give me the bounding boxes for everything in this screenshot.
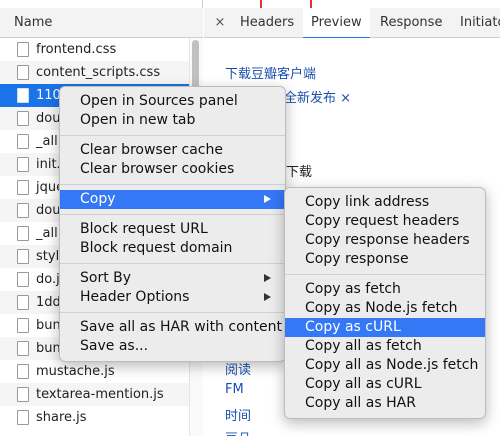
request-name: frontend.css (36, 42, 117, 57)
menu-copy[interactable]: Copy (60, 190, 285, 209)
request-name: _all. (36, 134, 62, 149)
tab-response[interactable]: Response (372, 8, 450, 38)
request-row[interactable]: mustache.js (0, 360, 189, 383)
menu-separator (60, 263, 285, 264)
tab-headers[interactable]: Headers (232, 8, 302, 38)
timeline-marker (260, 0, 262, 8)
request-row[interactable]: share.js (0, 406, 189, 429)
file-icon (17, 318, 29, 333)
menu-clear-cache[interactable]: Clear browser cache (60, 141, 285, 160)
file-icon (17, 295, 29, 310)
file-icon (17, 134, 29, 149)
file-icon (17, 410, 29, 425)
request-context-menu: Open in Sources panel Open in new tab Cl… (59, 86, 286, 362)
submenu-arrow-icon (264, 293, 271, 301)
request-name: dou (36, 203, 61, 218)
file-icon (17, 341, 29, 356)
file-icon (17, 180, 29, 195)
menu-open-in-new-tab[interactable]: Open in new tab (60, 111, 285, 130)
menu-copy-as-fetch[interactable]: Copy as fetch (285, 280, 485, 299)
request-name: mustache.js (36, 364, 115, 379)
tab-initiator[interactable]: Initiato (452, 8, 500, 38)
file-icon (17, 364, 29, 379)
request-name: _all. (36, 226, 62, 241)
name-column-header[interactable]: Name (0, 8, 203, 38)
request-name: textarea-mention.js (36, 387, 164, 402)
menu-separator (60, 135, 285, 136)
file-icon (17, 387, 29, 402)
file-icon (17, 111, 29, 126)
submenu-arrow-icon (264, 195, 271, 203)
file-icon (17, 226, 29, 241)
menu-header-options-label: Header Options (80, 289, 190, 305)
preview-link[interactable]: 时间 (225, 405, 251, 424)
request-name: content_scripts.css (36, 65, 161, 80)
request-row[interactable]: textarea-mention.js (0, 383, 189, 406)
menu-copy-label: Copy (80, 191, 116, 207)
menu-block-domain[interactable]: Block request domain (60, 239, 285, 258)
file-icon (17, 157, 29, 172)
file-icon (17, 88, 29, 103)
request-row[interactable]: content_scripts.css (0, 61, 189, 84)
file-icon (17, 65, 29, 80)
menu-copy-all-as-fetch[interactable]: Copy all as fetch (285, 337, 485, 356)
file-icon (17, 249, 29, 264)
preview-text: 下载 (286, 165, 313, 180)
request-name: 110 (36, 88, 61, 103)
request-name: init. (36, 157, 61, 172)
menu-copy-response-headers[interactable]: Copy response headers (285, 231, 485, 250)
file-icon (17, 272, 29, 287)
file-icon (17, 42, 29, 57)
menu-separator (60, 214, 285, 215)
preview-link[interactable]: 全新发布 × (284, 87, 351, 106)
copy-submenu: Copy link address Copy request headers C… (284, 187, 486, 419)
menu-save-as[interactable]: Save as... (60, 337, 285, 356)
menu-save-har[interactable]: Save all as HAR with content (60, 318, 285, 337)
menu-header-options[interactable]: Header Options (60, 288, 285, 307)
preview-link[interactable]: 下载豆瓣客户端 (225, 63, 316, 82)
request-name: bun (36, 341, 61, 356)
menu-sort-by-label: Sort By (80, 270, 132, 286)
menu-separator (60, 184, 285, 185)
menu-copy-all-as-har[interactable]: Copy all as HAR (285, 394, 485, 413)
menu-copy-response[interactable]: Copy response (285, 250, 485, 269)
preview-link[interactable]: 豆品 (225, 428, 251, 436)
request-name: dou (36, 111, 61, 126)
file-icon (17, 203, 29, 218)
menu-copy-as-node-fetch[interactable]: Copy as Node.js fetch (285, 299, 485, 318)
menu-separator (285, 274, 485, 275)
menu-block-url[interactable]: Block request URL (60, 220, 285, 239)
request-name: 1dd (36, 295, 61, 310)
menu-copy-link-address[interactable]: Copy link address (285, 193, 485, 212)
menu-copy-request-headers[interactable]: Copy request headers (285, 212, 485, 231)
menu-copy-all-as-curl[interactable]: Copy all as cURL (285, 375, 485, 394)
request-row[interactable]: frontend.css (0, 38, 189, 61)
menu-copy-as-curl[interactable]: Copy as cURL (285, 318, 485, 337)
close-details-icon[interactable]: × (212, 8, 228, 38)
menu-open-in-sources[interactable]: Open in Sources panel (60, 92, 285, 111)
request-name: do.j (36, 272, 60, 287)
tab-preview[interactable]: Preview (303, 8, 370, 39)
request-name: bun (36, 318, 61, 333)
menu-separator (60, 312, 285, 313)
menu-sort-by[interactable]: Sort By (60, 269, 285, 288)
submenu-arrow-icon (264, 274, 271, 282)
menu-clear-cookies[interactable]: Clear browser cookies (60, 160, 285, 179)
request-name: share.js (36, 410, 87, 425)
timeline-marker (310, 0, 312, 8)
preview-link[interactable]: FM (225, 382, 244, 397)
menu-copy-all-as-node-fetch[interactable]: Copy all as Node.js fetch (285, 356, 485, 375)
